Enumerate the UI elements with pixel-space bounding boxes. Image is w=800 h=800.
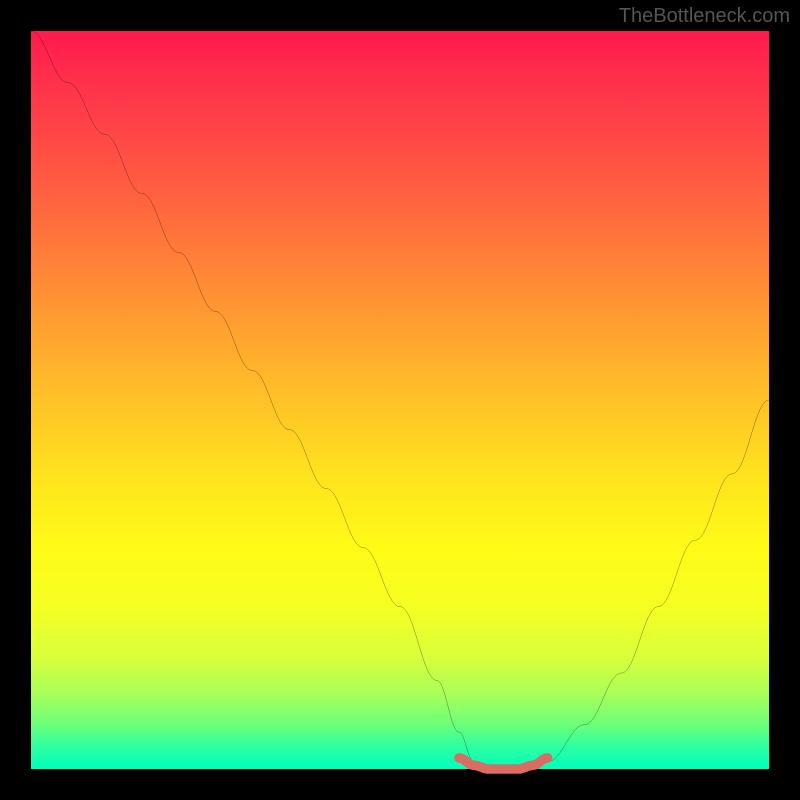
watermark-label: TheBottleneck.com xyxy=(619,5,790,28)
sweet-spot-segment xyxy=(459,758,548,769)
bottleneck-curve xyxy=(31,31,769,769)
chart-svg xyxy=(31,31,769,769)
chart-container: TheBottleneck.com xyxy=(0,0,800,800)
plot-area xyxy=(31,31,769,769)
